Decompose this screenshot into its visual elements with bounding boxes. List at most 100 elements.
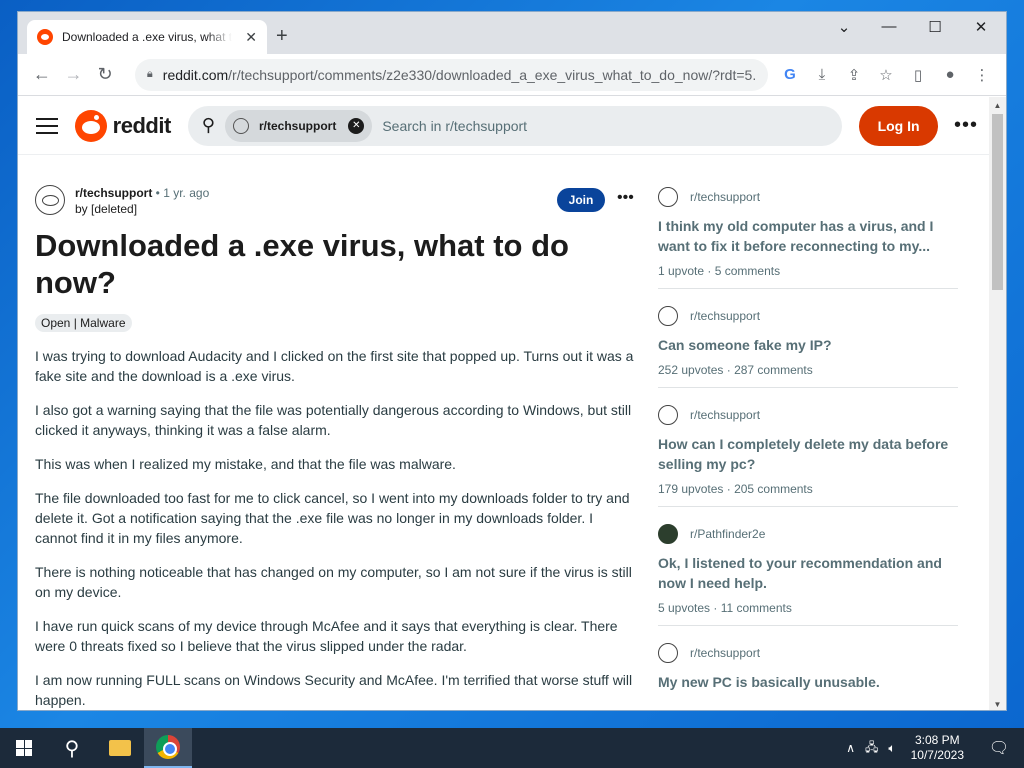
menu-icon[interactable]: ⋮ [966, 66, 998, 84]
related-post-subreddit[interactable]: r/techsupport [690, 408, 760, 422]
url-path: /r/techsupport/comments/z2e330/downloade… [228, 66, 756, 83]
search-bar[interactable]: ⚲ r/techsupport ✕ Search in r/techsuppor… [187, 105, 843, 146]
search-icon: ⚲ [201, 115, 215, 135]
file-explorer-icon[interactable] [96, 728, 144, 768]
maximize-button[interactable]: ☐ [920, 18, 950, 36]
clock-time: 3:08 PM [914, 733, 960, 747]
back-icon[interactable]: ← [26, 64, 58, 85]
post: r/techsupport • 1 yr. ago by [deleted] J… [35, 185, 635, 710]
url-text[interactable]: reddit.com/r/techsupport/comments/z2e330… [163, 67, 756, 83]
related-post-card[interactable]: r/techsupport My new PC is basically unu… [658, 638, 958, 702]
search-taskbar-icon[interactable]: ⚲ [48, 728, 96, 768]
reddit-favicon-icon [37, 29, 53, 45]
close-window-button[interactable]: ✕ [966, 18, 996, 36]
related-post-card[interactable]: r/techsupport I think my old computer ha… [658, 182, 958, 289]
install-app-icon[interactable]: ⤓ [806, 66, 838, 84]
scroll-up-icon[interactable]: ▲ [989, 101, 1006, 110]
post-paragraph: The file downloaded too fast for me to c… [35, 490, 630, 546]
browser-tab[interactable]: Downloaded a .exe virus, what to do now?… [27, 20, 267, 54]
related-post-title[interactable]: I think my old computer has a virus, and… [658, 216, 958, 256]
related-post-upvotes: 1 upvote [658, 264, 705, 278]
network-icon[interactable]: 🖧︎ [865, 738, 878, 759]
subreddit-avatar-icon [658, 405, 678, 425]
post-meta: r/techsupport • 1 yr. ago by [deleted] [35, 185, 635, 217]
reddit-logo[interactable]: reddit [74, 109, 172, 142]
subreddit-avatar-icon[interactable] [35, 185, 65, 215]
chip-label: r/techsupport [258, 118, 337, 133]
post-flair[interactable]: Open | Malware [35, 314, 132, 332]
share-icon[interactable]: ⇪ [838, 66, 870, 84]
chrome-taskbar-icon[interactable] [144, 728, 192, 768]
join-button[interactable]: Join [557, 188, 605, 212]
subreddit-chip[interactable]: r/techsupport ✕ [224, 109, 373, 142]
scroll-down-icon[interactable]: ▼ [989, 700, 1006, 709]
chip-remove-icon[interactable]: ✕ [348, 117, 365, 134]
system-tray: ∧ 🖧︎ 🔈︎ 3:08 PM 10/7/2023 🗨︎ [841, 733, 1024, 763]
tab-title: Downloaded a .exe virus, what to do now?… [62, 30, 232, 44]
post-paragraph: I have run quick scans of my device thro… [35, 618, 618, 654]
browser-window: Downloaded a .exe virus, what to do now?… [17, 11, 1007, 711]
related-post-card[interactable]: r/techsupport Can someone fake my IP? 25… [658, 301, 958, 388]
show-hidden-icons-icon[interactable]: ∧ [846, 741, 855, 755]
post-paragraph: There is nothing noticeable that has cha… [35, 564, 632, 600]
post-paragraph: I was trying to download Audacity and I … [35, 348, 634, 384]
subreddit-avatar-icon [658, 306, 678, 326]
side-panel-icon[interactable]: ▯ [902, 66, 934, 84]
forward-icon[interactable]: → [58, 64, 90, 85]
post-subreddit-link[interactable]: r/techsupport [75, 186, 152, 200]
post-age: 1 yr. ago [163, 186, 210, 200]
related-post-subreddit[interactable]: r/techsupport [690, 646, 760, 660]
tab-search-icon[interactable]: ⌄ [829, 18, 859, 36]
reddit-snoo-icon [74, 109, 107, 142]
subreddit-avatar-icon [658, 524, 678, 544]
related-post-card[interactable]: r/Pathfinder2e Ok, I listened to your re… [658, 519, 958, 626]
clock[interactable]: 3:08 PM 10/7/2023 [911, 733, 964, 763]
url-host: reddit.com [162, 66, 229, 83]
minimize-button[interactable]: — [874, 18, 904, 35]
related-post-title[interactable]: How can I completely delete my data befo… [658, 434, 958, 474]
reload-icon[interactable]: ↻ [89, 64, 121, 85]
subreddit-avatar-icon [658, 187, 678, 207]
subreddit-avatar-icon [658, 643, 678, 663]
related-post-card[interactable]: r/techsupport How can I completely delet… [658, 400, 958, 507]
related-post-subreddit[interactable]: r/techsupport [690, 190, 760, 204]
new-tab-button[interactable]: + [276, 26, 288, 46]
subreddit-avatar-icon [232, 117, 249, 134]
page-scrollbar[interactable]: ▲ ▼ [989, 97, 1006, 710]
bookmark-star-icon[interactable]: ☆ [870, 66, 902, 84]
google-lens-icon[interactable]: G [774, 66, 806, 84]
tab-close-icon[interactable]: ✕ [245, 29, 257, 46]
related-post-comments: 5 comments [714, 264, 781, 278]
related-post-comments: 205 comments [734, 482, 813, 496]
related-post-title[interactable]: My new PC is basically unusable. [658, 672, 958, 692]
related-post-subreddit[interactable]: r/techsupport [690, 309, 760, 323]
reddit-page: reddit ⚲ r/techsupport ✕ Search in r/tec… [18, 97, 990, 710]
profile-icon[interactable]: ● [934, 66, 966, 84]
post-title: Downloaded a .exe virus, what to do now? [35, 228, 569, 300]
related-post-title[interactable]: Can someone fake my IP? [658, 335, 958, 355]
related-post-subreddit[interactable]: r/Pathfinder2e [690, 527, 765, 541]
hamburger-menu-icon[interactable] [36, 117, 58, 134]
volume-muted-icon[interactable]: 🔈︎ [888, 741, 895, 756]
related-post-title[interactable]: Ok, I listened to your recommendation an… [658, 553, 958, 593]
address-bar[interactable]: 🔒︎ reddit.com/r/techsupport/comments/z2e… [134, 58, 768, 91]
post-paragraph: I also got a warning saying that the fil… [35, 402, 632, 438]
post-more-icon[interactable]: ••• [617, 189, 634, 207]
post-author: by [deleted] [75, 202, 138, 216]
related-post-upvotes: 5 upvotes [658, 601, 711, 615]
more-options-icon[interactable]: ••• [954, 114, 978, 137]
scrollbar-thumb[interactable] [992, 114, 1003, 290]
related-post-comments: 11 comments [720, 601, 792, 615]
site-info-icon[interactable]: 🔒︎ [147, 68, 153, 81]
search-input[interactable]: Search in r/techsupport [382, 118, 527, 134]
login-button[interactable]: Log In [859, 105, 938, 146]
related-post-upvotes: 179 upvotes [658, 482, 724, 496]
start-button[interactable] [0, 728, 48, 768]
post-body: I was trying to download Audacity and I … [35, 346, 635, 710]
related-posts-sidebar: r/techsupport I think my old computer ha… [658, 182, 958, 710]
post-paragraph: This was when I realized my mistake, and… [35, 456, 456, 472]
reddit-wordmark: reddit [112, 112, 172, 138]
browser-toolbar: ← → ↻ 🔒︎ reddit.com/r/techsupport/commen… [18, 54, 1006, 96]
notifications-icon[interactable]: 🗨︎ [979, 738, 1019, 758]
tab-strip: Downloaded a .exe virus, what to do now?… [18, 12, 1006, 54]
